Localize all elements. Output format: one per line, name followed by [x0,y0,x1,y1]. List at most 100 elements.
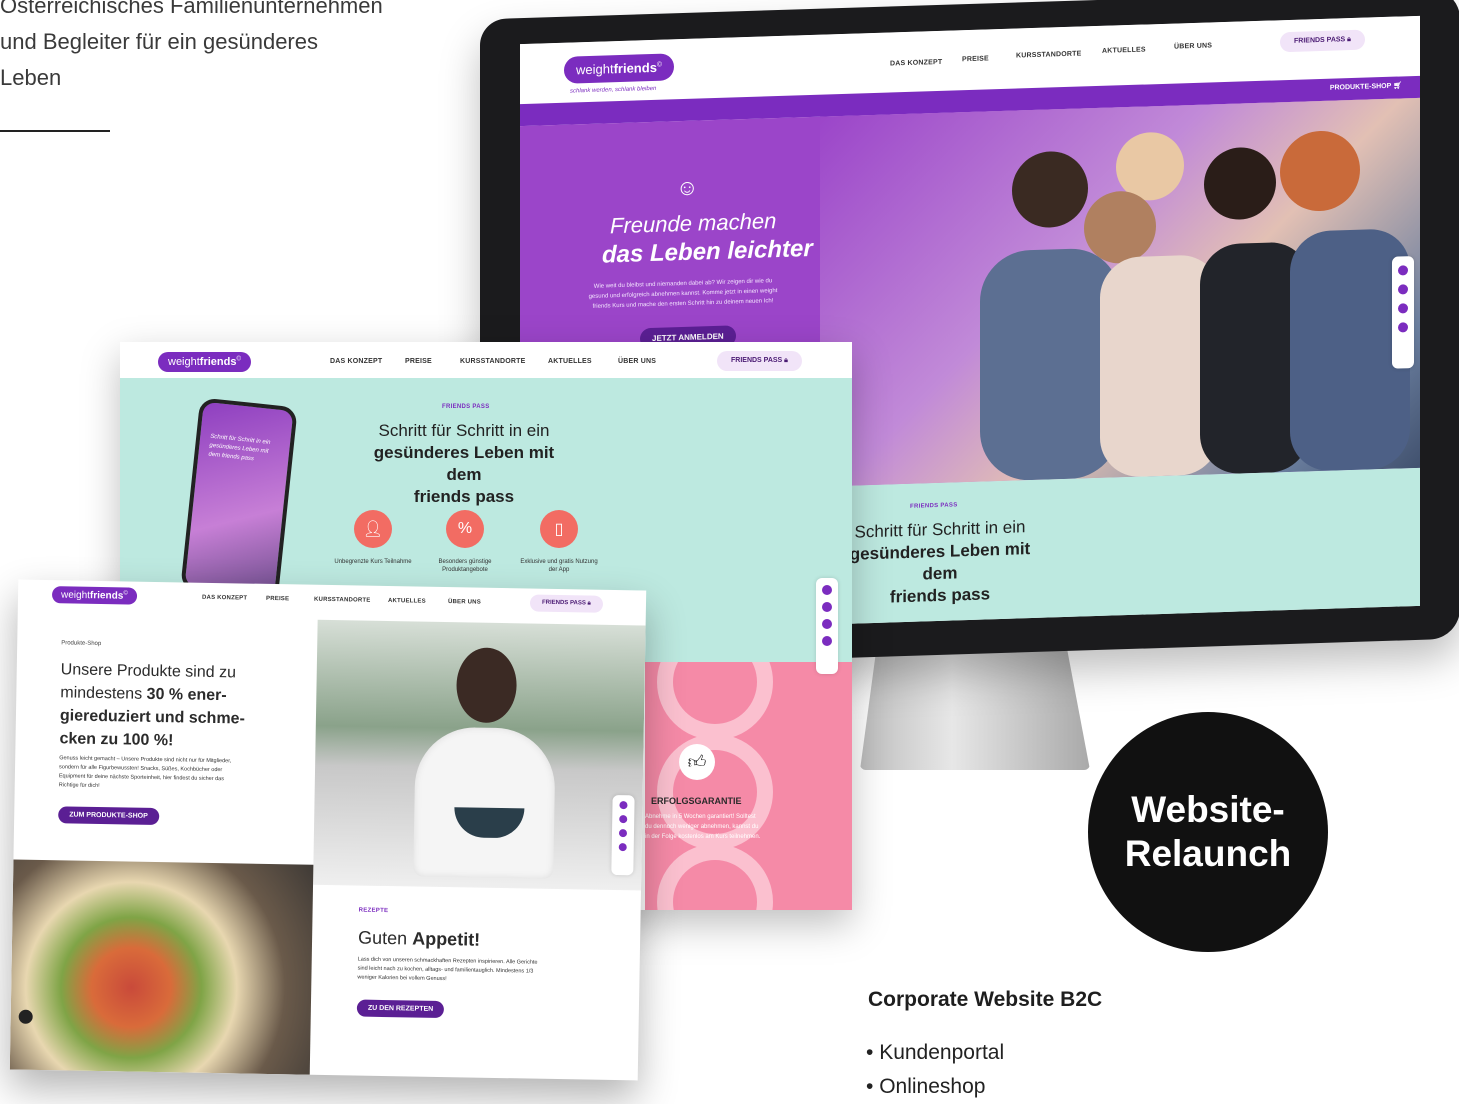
phone-mockup: Schritt für Schritt in ein gesünderes Le… [180,397,298,600]
smile-icon: ☺ [676,174,699,201]
card1-rail-user-icon[interactable] [619,801,628,810]
bullet-onlineshop: Onlineshop [879,1075,986,1098]
badge-line-2: Relaunch [1124,833,1292,874]
card2-friends-pass-button[interactable]: FRIENDS PASS 🔒︎ [717,351,802,371]
guarantee-section: 👍︎ ERFOLGSGARANTIE Abnehme in 5 Wochen g… [645,662,852,910]
recipes-title-bold: Appetit! [412,928,481,950]
feature-label-1: Unbegrenzte Kurs Teilnahme [334,559,412,565]
card1-nav-kursstandorte[interactable]: KURSSTANDORTE [314,597,371,604]
hero-group-photo [820,97,1420,487]
zum-produkte-shop-button[interactable]: ZUM PRODUKTE-SHOP [58,806,159,826]
monitor-friends-title-2: gesünderes Leben mit dem [849,539,1031,584]
monitor-friends-title-3: friends pass [889,584,991,607]
card1-nav-ueber-uns[interactable]: ÜBER UNS [448,599,481,606]
intro-line-1: Österreichisches Familienunternehmen [0,0,383,18]
card2-nav-ueber-uns[interactable]: ÜBER UNS [618,358,656,365]
card2-nav-aktuelles[interactable]: AKTUELLES [548,358,592,365]
lock-icon: 🔒︎ [1347,36,1351,44]
card2-logo[interactable]: weightfriends© [158,352,251,372]
guarantee-pattern [657,662,773,910]
rail-location-icon[interactable] [1398,303,1408,314]
relaunch-badge: Website- Relaunch [1088,712,1328,952]
card2-nav-kursstandorte[interactable]: KURSSTANDORTE [460,358,525,365]
card2-rail-user-icon[interactable] [822,585,832,595]
nav-preise[interactable]: PREISE [962,55,989,63]
card1-logo-mark: © [123,590,128,597]
shop-title: Unsere Produkte sind zu mindestens 30 % … [59,658,311,754]
card2-rail-info-icon[interactable] [822,636,832,646]
corporate-title: Corporate Website B2C [868,988,1103,1011]
shop-title-line-2: mindestens [60,684,143,703]
logo-light-text: weight [576,61,614,78]
card1-rail-cart-icon[interactable] [619,815,628,824]
nav-das-konzept[interactable]: DAS KONZEPT [890,59,942,68]
nav-ueber-uns[interactable]: ÜBER UNS [1174,42,1212,50]
card2-logo-light: weight [168,356,200,368]
card1-friends-pass-button[interactable]: FRIENDS PASS 🔒︎ [529,594,603,613]
hero-title-line-1: Freunde machen [610,208,777,239]
bullet-item: • Kundenportal [866,1041,1005,1064]
card1-pass-label: FRIENDS PASS [541,599,586,607]
card2-pass-label: FRIENDS PASS [731,357,783,364]
card2-title-3: friends pass [413,487,515,506]
rail-user-icon[interactable] [1398,265,1408,276]
recipes-title: Guten Appetit! [358,928,480,951]
friends-pass-button[interactable]: FRIENDS PASS 🔒︎ [1280,29,1365,53]
hero-text: Wie weit du bleibst und niemanden dabei … [588,278,778,310]
food-bowl-photo [9,859,314,1075]
monitor-friends-title: Schritt für Schritt in ein gesünderes Le… [840,516,1040,610]
card1-nav-aktuelles[interactable]: AKTUELLES [388,598,426,605]
thumbs-up-icon: 👍︎ [679,744,715,780]
intro-text: Österreichisches Familienunternehmen und… [0,0,440,96]
card2-logo-bold: friends [199,356,237,368]
badge-line-1: Website- [1131,789,1285,830]
card2-title-2: gesünderes Leben mit dem [373,443,555,484]
card1-rail-info-icon[interactable] [618,843,627,852]
card2-rail-location-icon[interactable] [822,619,832,629]
shop-title-bold: 30 % ener- [146,685,227,705]
person-icon: 👤︎ [354,510,392,548]
card1-rail-location-icon[interactable] [618,829,628,838]
card1-nav-preise[interactable]: PREISE [266,596,289,602]
rail-cart-icon[interactable] [1398,284,1408,295]
shop-link-label: PRODUKTE-SHOP [1329,82,1392,92]
recipes-text: Lass dich von unseren schmackhaften Reze… [357,956,538,983]
intro-line-3: Leben [0,65,62,90]
friends-pass-label: FRIENDS PASS [1294,36,1346,45]
feature-label-3: Exklusive und gratis Nutzung der App [520,559,598,573]
recipes-title-light: Guten [357,927,408,949]
nav-kursstandorte[interactable]: KURSSTANDORTE [1016,50,1081,59]
card2-nav-preise[interactable]: PREISE [405,358,432,365]
rail-info-icon[interactable] [1398,322,1408,333]
brand-logo[interactable]: weightfriends© [564,53,675,84]
zu-den-rezepten-button[interactable]: ZU DEN REZEPTEN [356,999,445,1019]
card2-side-rail [816,578,838,674]
intro-divider [0,130,110,132]
card2-nav-das-konzept[interactable]: DAS KONZEPT [330,358,382,365]
card1-logo[interactable]: weightfriends© [51,586,137,605]
card2-rail-cart-icon[interactable] [822,602,832,612]
shop-title-line-4: cken zu 100 %! [59,730,174,750]
shop-link[interactable]: PRODUKTE-SHOP 🛒︎ [1330,81,1402,91]
brand-tagline: schlank werden, schlank bleiben [570,85,657,95]
bullet-item: • Onlineshop [866,1075,986,1098]
logo-bold-text: friends [613,59,657,77]
card1-logo-light: weight [60,589,91,602]
cart-icon: 🛒︎ [1393,82,1402,90]
card1-nav-das-konzept[interactable]: DAS KONZEPT [202,595,247,602]
card2-logo-mark: © [236,356,241,363]
people-illustration [980,130,1410,481]
shop-section-label: Produkte-Shop [61,640,102,648]
phone-screen-text: Schritt für Schritt in ein gesünderes Le… [208,433,271,463]
card1-side-rail [611,794,635,876]
nav-aktuelles[interactable]: AKTUELLES [1102,46,1146,54]
guarantee-text: Abnehme in 5 Wochen garantiert! Solltest… [645,814,761,840]
shop-page-card: weightfriends© DAS KONZEPT PREISE KURSST… [9,579,647,1081]
card2-friends-label: FRIENDS PASS [442,404,490,410]
feature-label-2: Besonders günstige Produktangebote [438,559,492,573]
card2-lock-icon: 🔒︎ [784,357,788,364]
logo-mark: © [656,61,663,69]
bullet-kundenportal: Kundenportal [879,1041,1005,1064]
percent-icon: % [446,510,484,548]
intro-line-2: und Begleiter für ein gesünderes [0,29,318,54]
